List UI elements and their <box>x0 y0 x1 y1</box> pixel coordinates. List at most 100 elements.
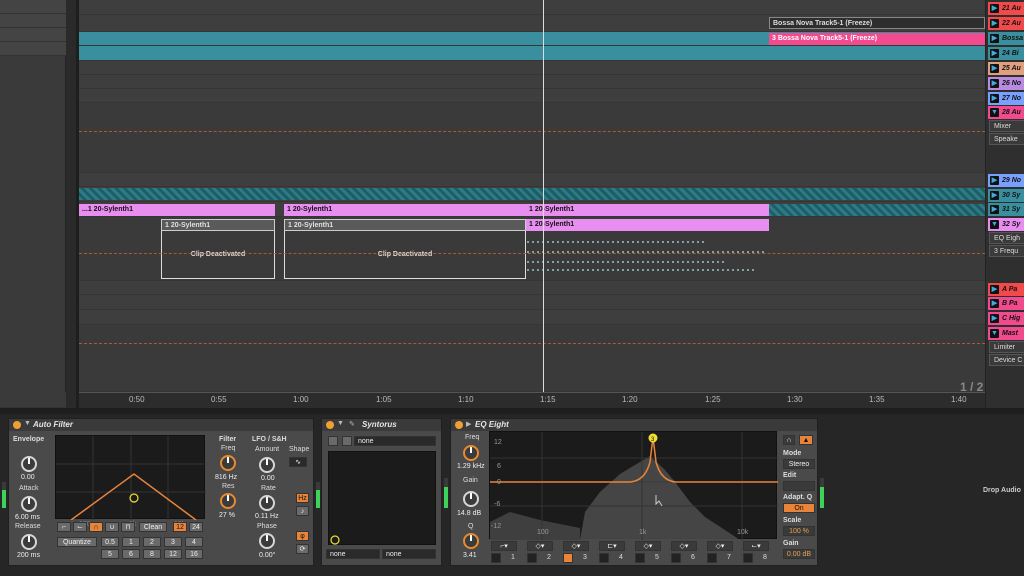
arrangement-view[interactable]: Bossa Nova Track5-1 (Freeze) 3 Bossa Nov… <box>79 0 985 392</box>
fold-icon[interactable]: ▶ <box>990 64 999 73</box>
quantize-value[interactable]: 3 <box>164 537 182 547</box>
track-header[interactable]: ▶ 26 No <box>988 77 1024 90</box>
freq-knob[interactable] <box>463 445 479 461</box>
band-filter-type[interactable]: ⊏▾ <box>599 541 625 551</box>
power-icon[interactable] <box>455 421 463 429</box>
phase-value[interactable]: 0.00° <box>259 552 275 559</box>
lfo-shape-select[interactable]: ∿ <box>289 457 307 467</box>
track-sub-device[interactable]: EQ Eigh <box>989 232 1024 244</box>
load-preset-icon[interactable] <box>342 436 352 446</box>
return-header[interactable]: ▶ C Hig <box>988 312 1024 325</box>
freq-value[interactable]: 816 Hz <box>215 474 237 481</box>
track-header[interactable]: ▶ 22 Au <box>988 17 1024 30</box>
fold-icon[interactable]: ▶ <box>990 176 999 185</box>
band-toggle[interactable] <box>671 553 681 563</box>
fold-arrow-icon[interactable]: ▼ <box>24 420 31 427</box>
quantize-value[interactable]: 5 <box>101 549 119 559</box>
release-value[interactable]: 200 ms <box>17 552 40 559</box>
fold-icon[interactable]: ▼ <box>990 108 999 117</box>
plugin-display[interactable] <box>328 451 436 545</box>
attack-value[interactable]: 6.00 ms <box>15 514 40 521</box>
slope-24-button[interactable]: 24 <box>189 522 203 532</box>
track-header[interactable]: ▶ 21 Au <box>988 2 1024 15</box>
clip[interactable]: 1 20-Sylenth1 <box>526 204 769 216</box>
quantize-value[interactable]: 12 <box>164 549 182 559</box>
band-filter-type[interactable]: ◇▾ <box>671 541 697 551</box>
band-toggle[interactable] <box>527 553 537 563</box>
fold-icon[interactable]: ▼ <box>990 220 999 229</box>
clip[interactable]: 1 20-Sylenth1 <box>284 204 526 216</box>
clip[interactable]: Bossa Nova Track5-1 (Freeze) <box>769 17 985 29</box>
filter-type-morph[interactable]: ⊓ <box>121 522 135 532</box>
band-toggle[interactable] <box>743 553 753 563</box>
band-filter-type[interactable]: ◇▾ <box>563 541 589 551</box>
clip[interactable]: ...1 20-Sylenth1 <box>79 204 275 216</box>
split-handle[interactable] <box>66 0 76 408</box>
output-gain-value[interactable]: 0.00 dB <box>783 549 815 559</box>
return-header[interactable]: ▶ B Pa <box>988 297 1024 310</box>
wrench-icon[interactable]: ✎ <box>349 420 355 428</box>
fold-icon[interactable]: ▼ <box>990 329 999 338</box>
track-sub-device[interactable]: Speake <box>989 133 1024 145</box>
headphone-icon[interactable]: ∩ <box>783 435 795 445</box>
fold-icon[interactable]: ▶ <box>990 94 999 103</box>
fold-arrow-icon[interactable]: ▼ <box>337 420 344 427</box>
gain-value[interactable]: 14.8 dB <box>457 510 481 517</box>
track-lane[interactable]: 3 Bossa Nova Track5-1 (Freeze) <box>79 32 985 46</box>
fold-icon[interactable]: ▶ <box>990 205 999 214</box>
quantize-value[interactable]: 2 <box>143 537 161 547</box>
q-value[interactable]: 3.41 <box>463 552 477 559</box>
track-lane[interactable] <box>79 89 985 103</box>
track-header[interactable]: ▶ 24 Bi <box>988 47 1024 60</box>
playhead[interactable] <box>543 0 544 392</box>
rate-knob[interactable] <box>259 495 275 511</box>
quantize-value[interactable]: 16 <box>185 549 203 559</box>
track-sub-device[interactable]: Limiter <box>989 341 1024 353</box>
edit-select[interactable] <box>783 481 815 491</box>
band-filter-type[interactable]: ⌐▾ <box>491 541 517 551</box>
phase-mode-button[interactable]: φ <box>296 531 309 541</box>
browser-row[interactable] <box>0 14 66 28</box>
filter-response-graph[interactable] <box>55 435 206 521</box>
fold-icon[interactable]: ▶ <box>990 314 999 323</box>
master-header[interactable]: ▼ Mast <box>988 327 1024 340</box>
res-value[interactable]: 27 % <box>219 512 235 519</box>
quantize-value[interactable]: 4 <box>185 537 203 547</box>
envelope-knob[interactable] <box>21 456 37 472</box>
drop-audio-hint[interactable]: Drop Audio <box>983 487 1021 494</box>
scale-value[interactable]: 100 % <box>783 526 815 536</box>
frozen-clip[interactable] <box>769 204 985 216</box>
track-header[interactable]: ▶ Bossa <box>988 32 1024 45</box>
macro-selector[interactable]: none <box>382 549 436 559</box>
return-header[interactable]: ▶ A Pa <box>988 283 1024 296</box>
track-sub-param[interactable]: 3 Frequ <box>989 245 1024 257</box>
quantize-value[interactable]: 0.5 <box>101 537 119 547</box>
device-title[interactable]: Auto Filter <box>9 419 313 431</box>
clip-deactivated[interactable]: Clip Deactivated <box>161 231 275 279</box>
amount-value[interactable]: 0.00 <box>261 475 275 482</box>
track-sub-mixer[interactable]: Mixer <box>989 120 1024 132</box>
track-header[interactable]: ▶ 29 No <box>988 174 1024 187</box>
filter-type-notch[interactable]: ∪ <box>105 522 119 532</box>
filter-type-highpass[interactable]: ⌙ <box>73 522 87 532</box>
return-lane[interactable] <box>79 310 985 325</box>
res-knob[interactable] <box>220 493 236 509</box>
clip-deactivated[interactable]: Clip Deactivated <box>284 231 526 279</box>
quantize-value[interactable]: 8 <box>143 549 161 559</box>
track-lane[interactable]: ...1 20-Sylenth1 1 20-Sylenth1 1 20-Syle… <box>79 202 985 217</box>
clip[interactable]: 1 20-Sylenth1 <box>284 219 526 231</box>
band-filter-type[interactable]: ⌙▾ <box>743 541 769 551</box>
spectrum-toggle[interactable]: ▲ <box>799 435 813 445</box>
browser-row[interactable] <box>0 28 66 42</box>
rate-sync-button[interactable]: ♪ <box>296 506 309 516</box>
envelope-value[interactable]: 0.00 <box>21 474 35 481</box>
clip[interactable]: 3 Bossa Nova Track5-1 (Freeze) <box>769 33 985 45</box>
track-lane[interactable] <box>79 0 985 15</box>
track-lane[interactable]: 1 20-Sylenth1 1 20-Sylenth1 1 20-Sylenth… <box>79 217 985 281</box>
power-icon[interactable] <box>326 421 334 429</box>
band-toggle[interactable] <box>707 553 717 563</box>
rate-value[interactable]: 0.11 Hz <box>255 513 279 520</box>
filter-type-bandpass[interactable]: ∩ <box>89 522 103 532</box>
track-header[interactable]: ▶ 27 No <box>988 92 1024 105</box>
track-lane[interactable] <box>79 187 985 202</box>
